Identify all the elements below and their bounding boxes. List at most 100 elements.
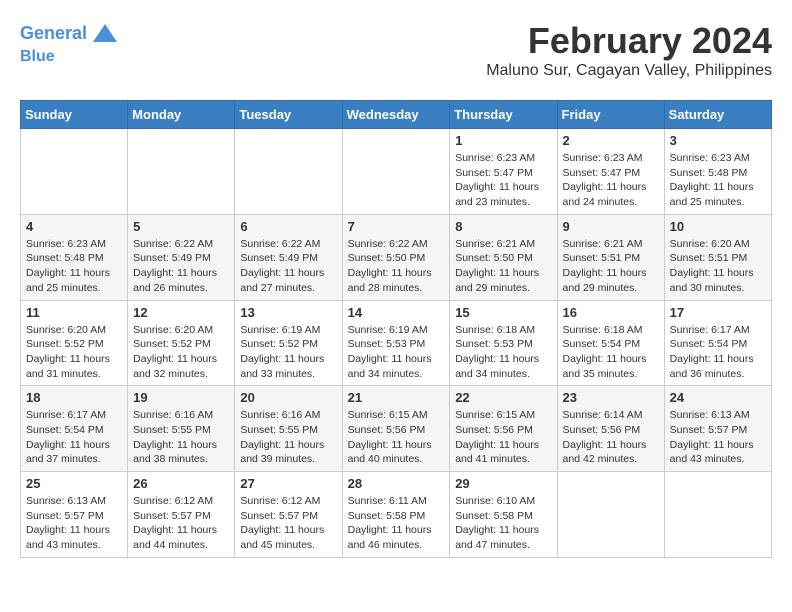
calendar-cell: 27 Sunrise: 6:12 AM Sunset: 5:57 PM Dayli…	[235, 472, 342, 558]
calendar-cell: 3 Sunrise: 6:23 AM Sunset: 5:48 PM Daylig…	[664, 129, 771, 215]
calendar-cell: 5 Sunrise: 6:22 AM Sunset: 5:49 PM Daylig…	[128, 214, 235, 300]
logo: General Blue	[20, 20, 119, 66]
day-info: Sunrise: 6:23 AM Sunset: 5:48 PM Dayligh…	[26, 237, 122, 296]
calendar-cell: 12Sunrise: 6:20 AM Sunset: 5:52 PM Dayli…	[128, 300, 235, 386]
day-number: 25	[26, 476, 122, 491]
day-number: 10	[670, 219, 766, 234]
day-info: Sunrise: 6:20 AM Sunset: 5:52 PM Dayligh…	[26, 323, 122, 382]
day-number: 1	[455, 133, 551, 148]
day-info: Sunrise: 6:15 AM Sunset: 5:56 PM Dayligh…	[455, 408, 551, 467]
weekday-header-monday: Monday	[128, 101, 235, 129]
calendar-cell: 1 Sunrise: 6:23 AM Sunset: 5:47 PM Daylig…	[450, 129, 557, 215]
calendar-week-row: 4Sunrise: 6:23 AM Sunset: 5:48 PM Daylig…	[21, 214, 772, 300]
day-number: 14	[348, 305, 445, 320]
day-info: Sunrise: 6:18 AM Sunset: 5:54 PM Dayligh…	[563, 323, 659, 382]
calendar-cell	[128, 129, 235, 215]
day-number: 5	[133, 219, 229, 234]
day-info: Sunrise: 6:22 AM Sunset: 5:49 PM Dayligh…	[240, 237, 336, 296]
weekday-header-wednesday: Wednesday	[342, 101, 450, 129]
logo-line1: General	[20, 23, 87, 43]
calendar-cell: 20 Sunrise: 6:16 AM Sunset: 5:55 PM Dayli…	[235, 386, 342, 472]
logo-icon	[91, 20, 119, 48]
day-info: Sunrise: 6:16 AM Sunset: 5:55 PM Dayligh…	[133, 408, 229, 467]
day-number: 18	[26, 390, 122, 405]
day-number: 15	[455, 305, 551, 320]
calendar-cell: 24Sunrise: 6:13 AM Sunset: 5:57 PM Dayli…	[664, 386, 771, 472]
day-info: Sunrise: 6:23 AM Sunset: 5:48 PM Dayligh…	[670, 151, 766, 210]
calendar-cell	[664, 472, 771, 558]
day-number: 8	[455, 219, 551, 234]
day-number: 12	[133, 305, 229, 320]
calendar-cell: 23 Sunrise: 6:14 AM Sunset: 5:56 PM Dayli…	[557, 386, 664, 472]
day-info: Sunrise: 6:20 AM Sunset: 5:51 PM Dayligh…	[670, 237, 766, 296]
day-number: 17	[670, 305, 766, 320]
day-number: 24	[670, 390, 766, 405]
calendar-week-row: 25 Sunrise: 6:13 AM Sunset: 5:57 PM Dayli…	[21, 472, 772, 558]
day-number: 16	[563, 305, 659, 320]
month-year: February 2024	[486, 20, 772, 62]
day-info: Sunrise: 6:21 AM Sunset: 5:50 PM Dayligh…	[455, 237, 551, 296]
day-info: Sunrise: 6:17 AM Sunset: 5:54 PM Dayligh…	[670, 323, 766, 382]
calendar-cell: 25 Sunrise: 6:13 AM Sunset: 5:57 PM Dayli…	[21, 472, 128, 558]
calendar-cell: 9 Sunrise: 6:21 AM Sunset: 5:51 PM Daylig…	[557, 214, 664, 300]
day-number: 21	[348, 390, 445, 405]
day-info: Sunrise: 6:19 AM Sunset: 5:53 PM Dayligh…	[348, 323, 445, 382]
day-number: 20	[240, 390, 336, 405]
calendar-cell: 2 Sunrise: 6:23 AM Sunset: 5:47 PM Daylig…	[557, 129, 664, 215]
day-info: Sunrise: 6:16 AM Sunset: 5:55 PM Dayligh…	[240, 408, 336, 467]
calendar-cell: 29Sunrise: 6:10 AM Sunset: 5:58 PM Dayli…	[450, 472, 557, 558]
calendar-cell	[342, 129, 450, 215]
day-number: 23	[563, 390, 659, 405]
day-info: Sunrise: 6:22 AM Sunset: 5:49 PM Dayligh…	[133, 237, 229, 296]
day-info: Sunrise: 6:18 AM Sunset: 5:53 PM Dayligh…	[455, 323, 551, 382]
weekday-header-row: SundayMondayTuesdayWednesdayThursdayFrid…	[21, 101, 772, 129]
title-section: February 2024 Maluno Sur, Cagayan Valley…	[486, 20, 772, 80]
day-info: Sunrise: 6:21 AM Sunset: 5:51 PM Dayligh…	[563, 237, 659, 296]
day-info: Sunrise: 6:15 AM Sunset: 5:56 PM Dayligh…	[348, 408, 445, 467]
day-number: 2	[563, 133, 659, 148]
calendar-cell: 21 Sunrise: 6:15 AM Sunset: 5:56 PM Dayli…	[342, 386, 450, 472]
calendar-cell: 16 Sunrise: 6:18 AM Sunset: 5:54 PM Dayli…	[557, 300, 664, 386]
day-info: Sunrise: 6:14 AM Sunset: 5:56 PM Dayligh…	[563, 408, 659, 467]
calendar-cell	[557, 472, 664, 558]
day-number: 26	[133, 476, 229, 491]
day-number: 7	[348, 219, 445, 234]
weekday-header-saturday: Saturday	[664, 101, 771, 129]
day-info: Sunrise: 6:10 AM Sunset: 5:58 PM Dayligh…	[455, 494, 551, 553]
day-info: Sunrise: 6:22 AM Sunset: 5:50 PM Dayligh…	[348, 237, 445, 296]
calendar-table: SundayMondayTuesdayWednesdayThursdayFrid…	[20, 100, 772, 558]
day-info: Sunrise: 6:12 AM Sunset: 5:57 PM Dayligh…	[240, 494, 336, 553]
day-number: 22	[455, 390, 551, 405]
calendar-cell: 6Sunrise: 6:22 AM Sunset: 5:49 PM Daylig…	[235, 214, 342, 300]
calendar-week-row: 11 Sunrise: 6:20 AM Sunset: 5:52 PM Dayli…	[21, 300, 772, 386]
calendar-cell: 28Sunrise: 6:11 AM Sunset: 5:58 PM Dayli…	[342, 472, 450, 558]
day-info: Sunrise: 6:12 AM Sunset: 5:57 PM Dayligh…	[133, 494, 229, 553]
day-number: 13	[240, 305, 336, 320]
day-number: 11	[26, 305, 122, 320]
calendar-cell: 22 Sunrise: 6:15 AM Sunset: 5:56 PM Dayli…	[450, 386, 557, 472]
day-number: 27	[240, 476, 336, 491]
weekday-header-sunday: Sunday	[21, 101, 128, 129]
calendar-cell: 15 Sunrise: 6:18 AM Sunset: 5:53 PM Dayli…	[450, 300, 557, 386]
calendar-cell: 8 Sunrise: 6:21 AM Sunset: 5:50 PM Daylig…	[450, 214, 557, 300]
calendar-cell: 18 Sunrise: 6:17 AM Sunset: 5:54 PM Dayli…	[21, 386, 128, 472]
calendar-cell	[235, 129, 342, 215]
day-number: 3	[670, 133, 766, 148]
day-info: Sunrise: 6:13 AM Sunset: 5:57 PM Dayligh…	[26, 494, 122, 553]
calendar-cell: 13 Sunrise: 6:19 AM Sunset: 5:52 PM Dayli…	[235, 300, 342, 386]
calendar-cell: 4Sunrise: 6:23 AM Sunset: 5:48 PM Daylig…	[21, 214, 128, 300]
day-number: 19	[133, 390, 229, 405]
location: Maluno Sur, Cagayan Valley, Philippines	[486, 62, 772, 80]
day-info: Sunrise: 6:23 AM Sunset: 5:47 PM Dayligh…	[455, 151, 551, 210]
calendar-cell: 7 Sunrise: 6:22 AM Sunset: 5:50 PM Daylig…	[342, 214, 450, 300]
day-info: Sunrise: 6:23 AM Sunset: 5:47 PM Dayligh…	[563, 151, 659, 210]
day-number: 28	[348, 476, 445, 491]
day-info: Sunrise: 6:17 AM Sunset: 5:54 PM Dayligh…	[26, 408, 122, 467]
calendar-cell: 17 Sunrise: 6:17 AM Sunset: 5:54 PM Dayli…	[664, 300, 771, 386]
calendar-cell: 10 Sunrise: 6:20 AM Sunset: 5:51 PM Dayli…	[664, 214, 771, 300]
day-info: Sunrise: 6:19 AM Sunset: 5:52 PM Dayligh…	[240, 323, 336, 382]
calendar-cell: 19 Sunrise: 6:16 AM Sunset: 5:55 PM Dayli…	[128, 386, 235, 472]
weekday-header-tuesday: Tuesday	[235, 101, 342, 129]
day-number: 9	[563, 219, 659, 234]
calendar-cell: 14 Sunrise: 6:19 AM Sunset: 5:53 PM Dayli…	[342, 300, 450, 386]
